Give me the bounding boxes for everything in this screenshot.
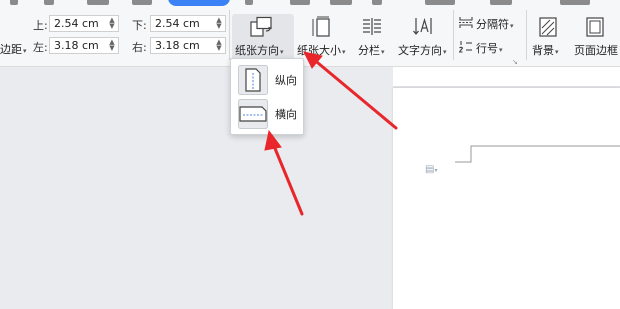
chevron-down-icon: ▾: [510, 22, 514, 30]
spinner-arrows-icon[interactable]: ▲ ▼: [108, 17, 116, 30]
page-border-icon: [586, 17, 604, 37]
page-orientation-icon: [250, 16, 272, 37]
orientation-button[interactable]: 纸张方向▾: [232, 14, 294, 60]
columns-button[interactable]: 分栏▾: [354, 14, 392, 60]
bottom-margin-label: 下:: [132, 19, 147, 32]
landscape-page-icon: [238, 99, 268, 129]
right-margin-field[interactable]: 3.18 cm ▲ ▼: [150, 37, 226, 54]
margin-corner-marks: [455, 145, 620, 163]
spinner-arrows-icon[interactable]: ▲ ▼: [108, 39, 116, 52]
background-button[interactable]: 背景▾: [530, 14, 566, 60]
bottom-margin-field[interactable]: 2.54 cm ▲ ▼: [150, 15, 226, 32]
page-border-button[interactable]: 页面边框: [570, 14, 620, 60]
line-numbers-icon: [459, 41, 472, 53]
menu-item-landscape[interactable]: 横向: [235, 97, 299, 129]
chevron-down-icon: ▾: [342, 48, 346, 56]
chevron-down-icon: ▾: [443, 48, 447, 56]
paper-size-button[interactable]: 纸张大小▾: [296, 14, 352, 60]
paste-options-icon[interactable]: ▤▾: [425, 164, 437, 175]
text-direction-button[interactable]: 文字方向▾: [395, 14, 451, 60]
spinner-arrows-icon[interactable]: ▲ ▼: [215, 39, 223, 52]
previous-page: [393, 67, 620, 88]
top-margin-field[interactable]: 2.54 cm ▲ ▼: [49, 15, 119, 32]
left-margin-field[interactable]: 3.18 cm ▲ ▼: [49, 37, 119, 54]
right-margin-label: 右:: [132, 41, 147, 54]
document-page[interactable]: ▤▾: [393, 88, 620, 309]
orientation-menu: 纵向 横向: [230, 58, 304, 135]
left-margin-label: 左:: [33, 41, 48, 54]
tab-page-layout[interactable]: [168, 0, 230, 6]
chevron-down-icon: ▾: [499, 46, 503, 54]
page-break-icon: [459, 17, 473, 28]
tab-strip: [0, 0, 620, 6]
chevron-down-icon: ▾: [280, 48, 284, 56]
group-launcher-icon[interactable]: ↘: [512, 58, 518, 66]
menu-item-portrait[interactable]: 纵向: [235, 63, 299, 95]
columns-icon: [363, 18, 381, 35]
chevron-down-icon: ▾: [381, 48, 385, 56]
top-margin-label: 上:: [33, 19, 48, 32]
breaks-button[interactable]: 分隔符▾: [456, 14, 516, 32]
paper-size-icon: [312, 16, 330, 37]
portrait-page-icon: [238, 65, 268, 95]
background-icon: [539, 17, 557, 37]
text-direction-icon: [413, 17, 432, 35]
chevron-down-icon: ▾: [555, 48, 559, 56]
line-numbers-button[interactable]: 行号▾: [456, 38, 516, 56]
margins-button[interactable]: 边距▾: [0, 41, 27, 57]
ribbon: 边距▾ 上: 2.54 cm ▲ ▼ 左: 3.18 cm ▲ ▼ 下: 2.54 …: [0, 0, 620, 67]
spinner-arrows-icon[interactable]: ▲ ▼: [215, 17, 223, 30]
